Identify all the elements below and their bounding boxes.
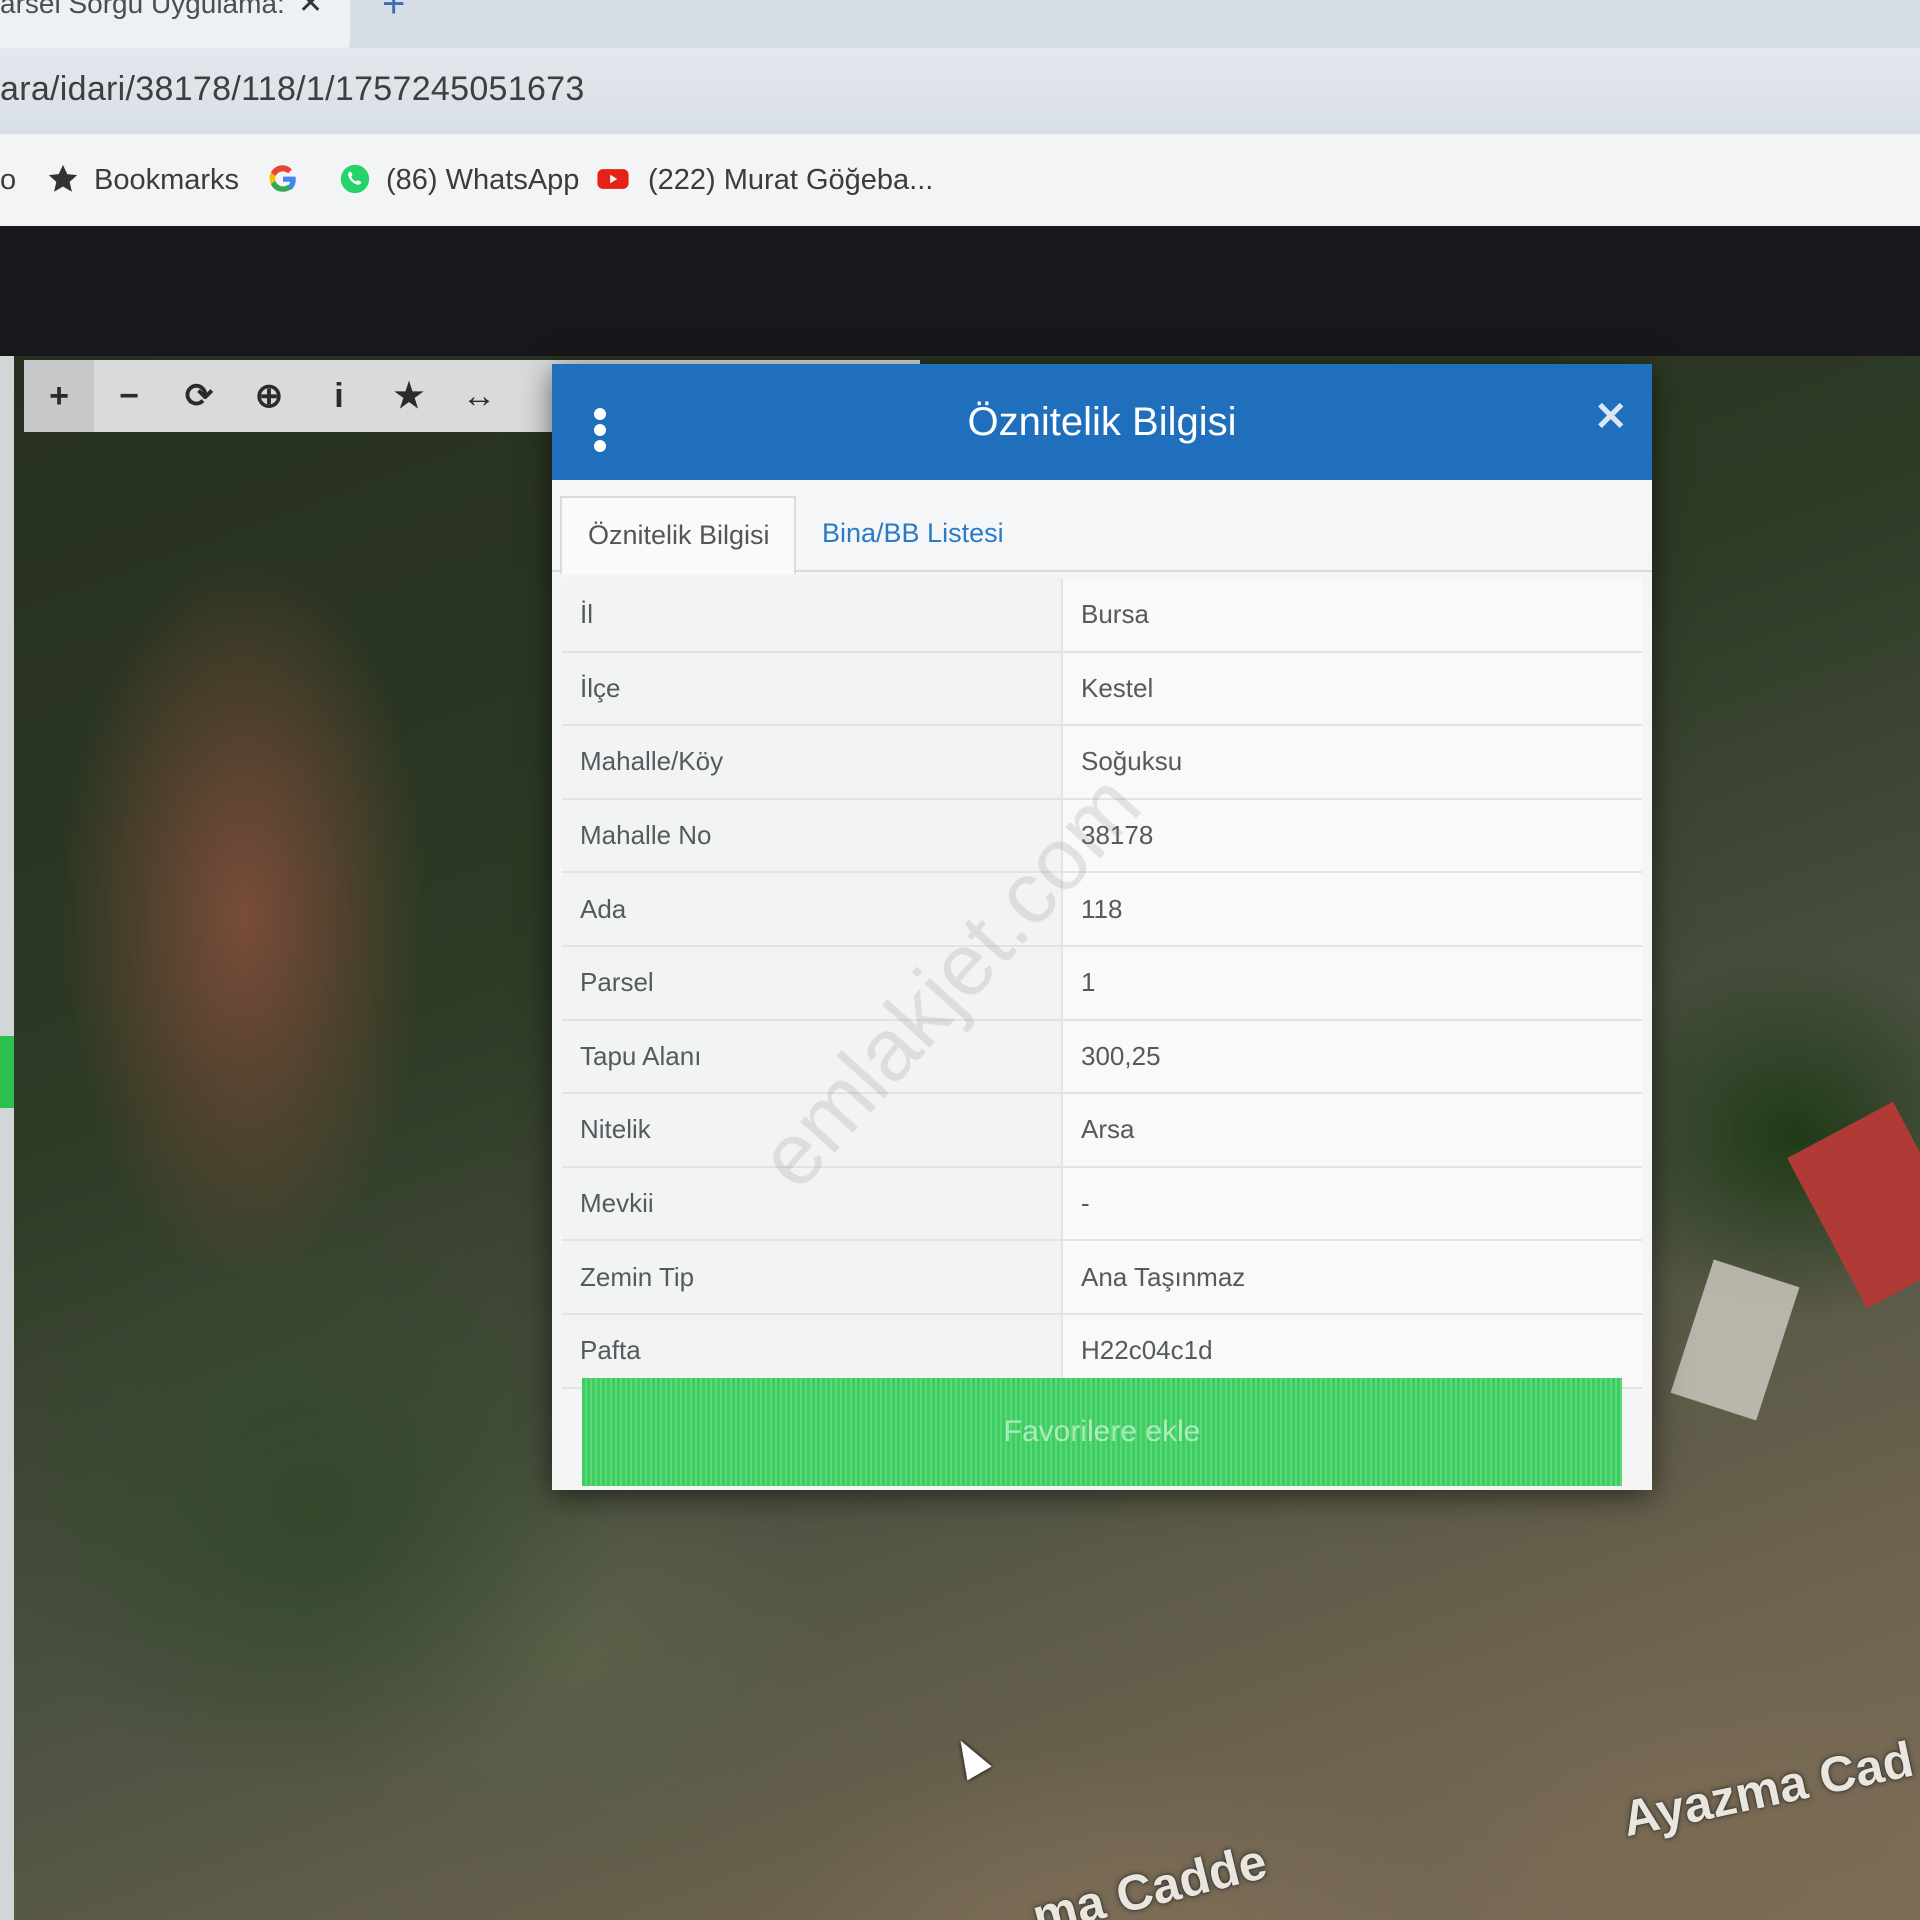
bookmark-bookmarks[interactable]: Bookmarks bbox=[94, 164, 239, 197]
row-key: Tapu Alanı bbox=[562, 1019, 1063, 1095]
row-value: 300,25 bbox=[1062, 1019, 1642, 1095]
dialog-tabs: Öznitelik Bilgisi Bina/BB Listesi bbox=[552, 480, 1652, 574]
row-key: Ada bbox=[562, 872, 1063, 947]
locate-icon[interactable]: ⊕ bbox=[234, 360, 304, 432]
table-row: Pafta H22c04c1d bbox=[562, 1313, 1642, 1389]
refresh-icon[interactable]: ⟳ bbox=[164, 360, 234, 432]
bookmark-overflow[interactable]: o bbox=[0, 164, 16, 197]
table-row: Mahalle/Köy Soğuksu bbox=[562, 725, 1642, 800]
row-key: İl bbox=[562, 578, 1063, 653]
table-row: Mevkii - bbox=[562, 1166, 1642, 1242]
youtube-icon bbox=[597, 169, 629, 189]
row-value: Bursa bbox=[1062, 578, 1642, 653]
tab-close-icon[interactable]: ✕ bbox=[298, 0, 323, 21]
row-value: 118 bbox=[1062, 872, 1642, 947]
bookmarks-bar: o Bookmarks (86) WhatsApp (222) Murat Gö… bbox=[0, 134, 1920, 226]
star-icon bbox=[48, 164, 78, 192]
row-value: 38178 bbox=[1062, 798, 1642, 874]
add-to-favorites-label: Favorilere ekle bbox=[1003, 1415, 1201, 1448]
row-key: Nitelik bbox=[562, 1093, 1063, 1168]
url-text[interactable]: ara/idari/38178/118/1/1757245051673 bbox=[0, 70, 585, 109]
row-value: - bbox=[1062, 1166, 1642, 1242]
google-icon[interactable] bbox=[266, 162, 300, 196]
row-key: Mahalle/Köy bbox=[562, 725, 1063, 800]
bookmark-whatsapp[interactable]: (86) WhatsApp bbox=[386, 164, 579, 197]
add-to-favorites-button[interactable]: Favorilere ekle bbox=[582, 1378, 1622, 1486]
whatsapp-icon bbox=[340, 164, 370, 194]
attribute-table: İl Bursa İlçe Kestel Mahalle/Köy Soğuksu Ma… bbox=[562, 578, 1642, 1389]
row-key: Pafta bbox=[562, 1313, 1063, 1389]
close-icon[interactable]: ✕ bbox=[1594, 394, 1628, 440]
row-value: Soğuksu bbox=[1062, 725, 1642, 800]
row-key: Mevkii bbox=[562, 1166, 1063, 1242]
table-row: Parsel 1 bbox=[562, 945, 1642, 1021]
row-value: H22c04c1d bbox=[1062, 1313, 1642, 1389]
table-row: Ada 118 bbox=[562, 872, 1642, 947]
measure-icon[interactable]: ↔ bbox=[444, 360, 514, 432]
table-row: İlçe Kestel bbox=[562, 651, 1642, 727]
table-row: Mahalle No 38178 bbox=[562, 798, 1642, 874]
new-tab-icon[interactable]: + bbox=[382, 0, 405, 27]
table-row: Nitelik Arsa bbox=[562, 1093, 1642, 1168]
favorite-star-icon[interactable]: ★ bbox=[374, 360, 444, 432]
row-value: Kestel bbox=[1062, 651, 1642, 727]
table-row: İl Bursa bbox=[562, 578, 1642, 653]
row-key: Zemin Tip bbox=[562, 1240, 1063, 1315]
info-icon[interactable]: i bbox=[304, 360, 374, 432]
left-sidebar bbox=[0, 356, 14, 1920]
zoom-in-icon[interactable]: + bbox=[24, 360, 94, 432]
row-value: Ana Taşınmaz bbox=[1062, 1240, 1642, 1315]
row-value: Arsa bbox=[1062, 1093, 1642, 1168]
address-bar[interactable]: ara/idari/38178/118/1/1757245051673 bbox=[0, 48, 1920, 134]
browser-tab-title: arsel Sorgu Uygulama: bbox=[0, 0, 285, 19]
row-key: Mahalle No bbox=[562, 798, 1063, 874]
bookmark-youtube[interactable]: (222) Murat Göğeba... bbox=[648, 164, 933, 197]
zoom-out-icon[interactable]: − bbox=[94, 360, 164, 432]
row-key: Parsel bbox=[562, 945, 1063, 1021]
table-row: Zemin Tip Ana Taşınmaz bbox=[562, 1240, 1642, 1315]
dialog-header: Öznitelik Bilgisi ✕ bbox=[552, 364, 1652, 480]
tab-building-list[interactable]: Bina/BB Listesi bbox=[796, 496, 1030, 574]
tab-attribute-info[interactable]: Öznitelik Bilgisi bbox=[560, 496, 796, 574]
row-key: İlçe bbox=[562, 651, 1063, 727]
table-row: Tapu Alanı 300,25 bbox=[562, 1019, 1642, 1095]
attribute-dialog: Öznitelik Bilgisi ✕ Öznitelik Bilgisi Bi… bbox=[552, 364, 1652, 1490]
page-header-band bbox=[0, 226, 1920, 356]
dialog-title: Öznitelik Bilgisi bbox=[967, 400, 1237, 444]
row-value: 1 bbox=[1062, 945, 1642, 1021]
